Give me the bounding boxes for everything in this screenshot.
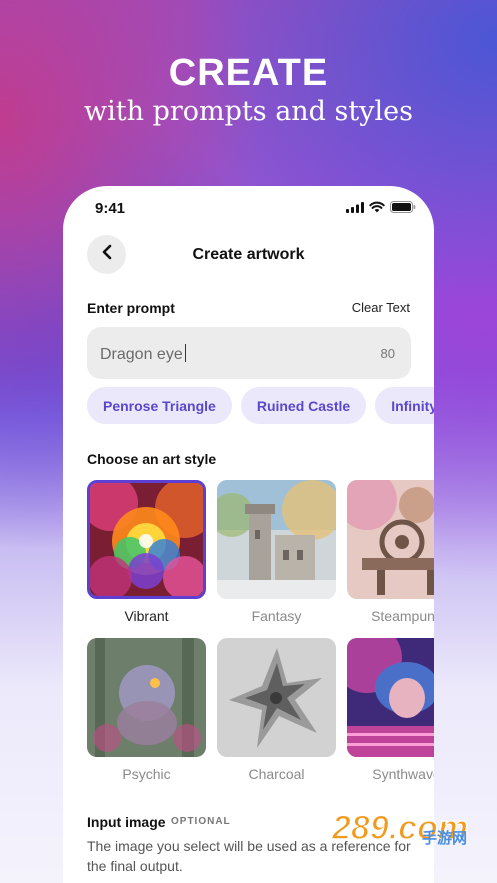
battery-icon <box>390 201 416 213</box>
phone-frame: 9:41 Create artwork Enter prompt Clear T… <box>63 186 434 883</box>
synthwave-artwork <box>347 638 434 757</box>
signal-icon <box>346 201 364 213</box>
style-name: Fantasy <box>251 608 302 624</box>
style-card-fantasy[interactable]: Fantasy <box>217 480 336 624</box>
style-thumbnail[interactable] <box>217 480 336 599</box>
style-thumbnail[interactable] <box>347 638 434 757</box>
steampunk-artwork <box>347 480 434 599</box>
charcoal-artwork <box>217 638 336 757</box>
watermark-logo: 289.com 手游网 <box>330 803 490 848</box>
suggestion-chip[interactable]: Penrose Triangle <box>87 387 232 424</box>
style-name: Steampunk <box>371 608 434 624</box>
prompt-value[interactable]: Dragon eye <box>100 344 186 364</box>
prompt-input[interactable]: Dragon eye 80 <box>87 327 411 379</box>
style-card-psychic[interactable]: Psychic <box>87 638 206 782</box>
style-card-synthwave[interactable]: Synthwave <box>347 638 434 782</box>
psychic-artwork <box>87 638 206 757</box>
style-name: Charcoal <box>248 766 305 782</box>
suggestion-chip[interactable]: Infinity Loop <box>375 387 434 424</box>
fantasy-artwork <box>217 480 336 599</box>
style-card-steampunk[interactable]: Steampunk <box>347 480 434 624</box>
clear-text-button[interactable]: Clear Text <box>352 300 410 315</box>
style-thumbnail[interactable] <box>347 480 434 599</box>
style-name: Synthwave <box>372 766 434 782</box>
wifi-icon <box>369 201 385 213</box>
hero-subtitle: with prompts and styles <box>84 96 413 127</box>
input-image-label: Input image <box>87 814 166 830</box>
suggestion-chips: Penrose Triangle Ruined Castle Infinity … <box>87 387 434 424</box>
status-icons <box>346 201 416 213</box>
text-caret <box>184 344 186 362</box>
style-thumbnail[interactable] <box>87 480 206 599</box>
suggestion-chip[interactable]: Ruined Castle <box>240 387 367 424</box>
optional-tag: OPTIONAL <box>171 816 231 827</box>
hero-title: CREATE <box>168 52 329 94</box>
watermark-cn: 手游网 <box>422 829 467 847</box>
screen-title: Create artwork <box>192 246 305 263</box>
style-thumbnail[interactable] <box>87 638 206 757</box>
style-card-charcoal[interactable]: Charcoal <box>217 638 336 782</box>
vibrant-artwork <box>90 483 203 596</box>
style-thumbnail[interactable] <box>217 638 336 757</box>
status-time: 9:41 <box>95 200 126 217</box>
prompt-char-count: 80 <box>380 346 395 361</box>
style-name: Psychic <box>122 766 171 782</box>
prompt-label: Enter prompt <box>87 300 175 316</box>
style-name: Vibrant <box>124 608 169 624</box>
art-style-label: Choose an art style <box>87 451 217 467</box>
style-card-vibrant[interactable]: Vibrant <box>87 480 206 624</box>
